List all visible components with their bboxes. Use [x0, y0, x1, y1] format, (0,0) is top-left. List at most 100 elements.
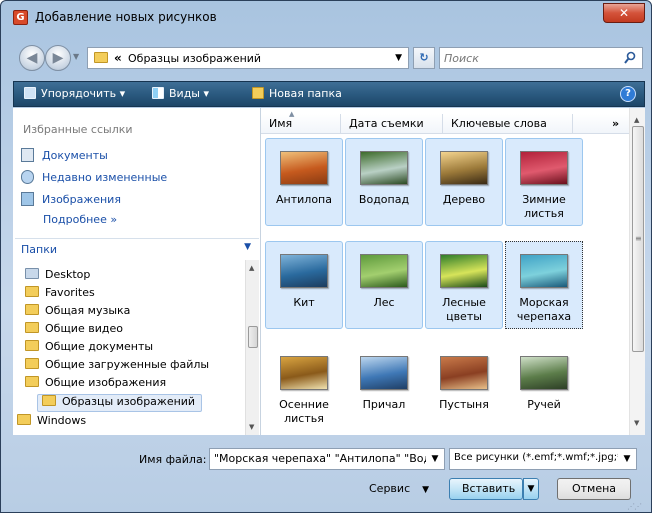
tree-item-windows[interactable]: Windows [17, 414, 86, 432]
sort-arrow-icon: ▲ [289, 110, 295, 118]
refresh-button[interactable]: ↻ [413, 47, 435, 69]
tree-item-sample-pictures[interactable]: Образцы изображений [37, 394, 203, 412]
image-thumbnail [280, 254, 328, 288]
insert-button[interactable]: Вставить [449, 478, 523, 500]
favorite-label: Документы [42, 149, 108, 162]
file-type-select[interactable]: Все рисунки (*.emf;*.wmf;*.jpg;*.jpeg; ▼ [449, 448, 637, 470]
scroll-thumb[interactable] [248, 326, 258, 348]
chevron-down-icon[interactable]: ▼ [618, 449, 636, 469]
organize-button[interactable]: Упорядочить ▾ [24, 87, 125, 100]
search-box[interactable] [439, 47, 643, 69]
chevron-down-icon[interactable]: ▼ [244, 242, 251, 252]
file-item[interactable]: Водопад [345, 138, 423, 226]
file-list: ▲ Имя Дата съемки Ключевые слова » Антило… [261, 108, 645, 435]
file-list-scrollbar[interactable]: ▲ ≡ ▼ [629, 108, 645, 435]
filename-value[interactable]: "Морская черепаха" "Антилопа" "Водопад" [214, 452, 444, 465]
back-button[interactable]: ◀ [19, 45, 45, 71]
image-thumbnail [440, 254, 488, 288]
music-folder-icon [25, 304, 39, 315]
favorite-documents[interactable]: Документы [21, 148, 108, 162]
file-name: Ручей [527, 398, 561, 411]
image-thumbnail [520, 356, 568, 390]
column-header: ▲ Имя Дата съемки Ключевые слова » [261, 110, 629, 134]
more-columns-button[interactable]: » [612, 117, 619, 130]
image-thumbnail [360, 254, 408, 288]
close-button[interactable]: ✕ [603, 3, 645, 23]
folder-icon [17, 414, 31, 425]
file-item[interactable]: Кит [265, 241, 343, 329]
tree-item-downloads[interactable]: Общие загруженные файлы [25, 358, 209, 376]
chevron-down-icon[interactable]: ▼ [395, 53, 402, 63]
file-item[interactable]: Лесные цветы [425, 241, 503, 329]
cancel-button[interactable]: Отмена [557, 478, 631, 500]
pictures-icon [21, 192, 34, 206]
file-item[interactable]: Лес [345, 241, 423, 329]
file-item[interactable]: Морская черепаха [505, 241, 583, 329]
tree-item-documents[interactable]: Общие документы [25, 340, 153, 358]
file-name: Лес [373, 296, 395, 309]
title-bar[interactable]: G Добавление новых рисунков ✕ [5, 3, 647, 31]
tree-item-videos[interactable]: Общие видео [25, 322, 123, 340]
file-name: Дерево [442, 193, 486, 206]
search-input[interactable] [444, 51, 614, 66]
tree-item-music[interactable]: Общая музыка [25, 304, 130, 322]
forward-button[interactable]: ▶ [45, 45, 71, 71]
scroll-down-icon[interactable]: ▼ [249, 423, 254, 431]
scroll-down-icon[interactable]: ▼ [634, 419, 639, 427]
file-item[interactable]: Ручей [505, 344, 583, 432]
scroll-up-icon[interactable]: ▲ [249, 264, 254, 272]
file-item[interactable]: Зимние листья [505, 138, 583, 226]
file-item[interactable]: Дерево [425, 138, 503, 226]
file-item[interactable]: Осенние листья [265, 344, 343, 432]
filename-input[interactable]: "Морская черепаха" "Антилопа" "Водопад" … [209, 448, 445, 470]
folder-tree-scrollbar[interactable]: ▲ ▼ [245, 260, 259, 435]
tree-item-favorites[interactable]: Favorites [25, 286, 95, 304]
favorite-pictures[interactable]: Изображения [21, 192, 121, 206]
tools-label: Сервис [369, 482, 411, 495]
organize-label: Упорядочить ▾ [41, 87, 126, 100]
more-link[interactable]: Подробнее » [43, 213, 117, 226]
file-item[interactable]: Антилопа [265, 138, 343, 226]
breadcrumb-overflow[interactable]: « [114, 51, 122, 65]
documents-icon [21, 148, 34, 162]
favorite-label: Изображения [42, 193, 121, 206]
file-name: Морская черепаха [516, 296, 572, 323]
organize-icon [24, 87, 36, 99]
image-thumbnail [440, 356, 488, 390]
resize-grip-icon[interactable]: ⋰⋰ [627, 502, 642, 511]
tools-menu[interactable]: Сервис ▼ [369, 482, 429, 495]
file-item[interactable]: Причал [345, 344, 423, 432]
scroll-up-icon[interactable]: ▲ [634, 116, 639, 124]
help-icon[interactable]: ? [620, 86, 636, 102]
scroll-grip-icon: ≡ [635, 234, 642, 243]
file-name: Водопад [358, 193, 410, 206]
views-icon [152, 87, 164, 99]
tree-item-pictures[interactable]: Общие изображения [25, 376, 166, 394]
tree-item-label: Общие загруженные файлы [45, 358, 210, 371]
search-icon[interactable] [624, 51, 636, 65]
file-item[interactable]: Пустыня [425, 344, 503, 432]
new-folder-button[interactable]: Новая папка [252, 87, 342, 100]
folders-header[interactable]: Папки ▼ [15, 238, 259, 260]
filename-label: Имя файла: [139, 453, 207, 466]
column-date[interactable]: Дата съемки [341, 114, 443, 134]
address-bar: ◀ ▶ ▼ « Образцы изображений ▼ ↻ [17, 45, 645, 71]
tree-item-desktop[interactable]: Desktop [25, 268, 90, 286]
views-button[interactable]: Виды ▾ [152, 87, 209, 100]
favorite-recent[interactable]: Недавно измененные [21, 170, 167, 184]
tree-item-label: Общие видео [45, 322, 123, 335]
breadcrumb[interactable]: « Образцы изображений ▼ [87, 47, 409, 69]
image-thumbnail [520, 254, 568, 288]
column-name[interactable]: ▲ Имя [261, 110, 341, 134]
navigation-pane: Избранные ссылки Документы Недавно измен… [13, 108, 261, 435]
folder-tree: Desktop Favorites Общая музыка Общие вид… [13, 264, 243, 435]
image-thumbnail [280, 356, 328, 390]
column-keywords[interactable]: Ключевые слова [443, 114, 573, 134]
favorites-header: Избранные ссылки [23, 123, 133, 136]
insert-options-button[interactable]: ▼ [523, 478, 539, 500]
tree-item-label: Windows [37, 414, 87, 427]
dialog-window: G Добавление новых рисунков ✕ ◀ ▶ ▼ « Об… [0, 0, 652, 513]
breadcrumb-current[interactable]: Образцы изображений [128, 52, 261, 65]
history-dropdown-icon[interactable]: ▼ [73, 52, 79, 61]
chevron-down-icon[interactable]: ▼ [426, 449, 444, 469]
